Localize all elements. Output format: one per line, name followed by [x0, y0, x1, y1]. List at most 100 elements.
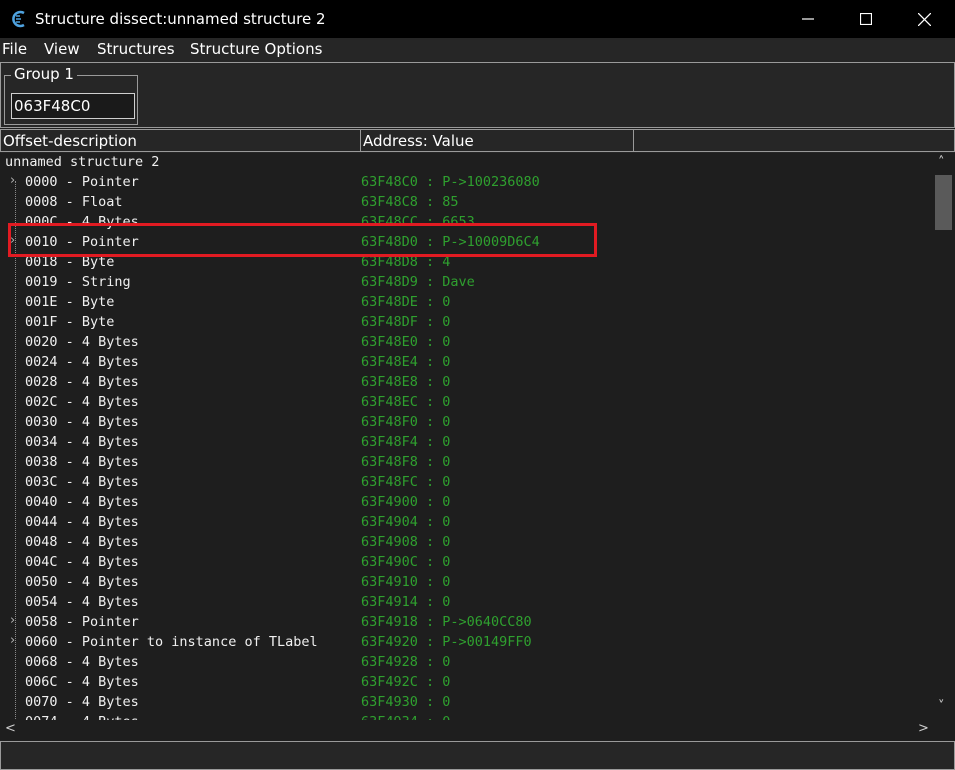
- row-address-value: 63F48DE : 0: [361, 294, 451, 310]
- row-address-value: 63F48F4 : 0: [361, 434, 451, 450]
- header-offset-description[interactable]: Offset-description: [0, 129, 361, 152]
- row-offset-description: 001F - Byte: [25, 314, 115, 330]
- tree-row[interactable]: 0020 - 4 Bytes 63F48E0 : 0: [0, 333, 933, 353]
- row-address-value: 63F4904 : 0: [361, 514, 451, 530]
- tree-row[interactable]: 0070 - 4 Bytes 63F4930 : 0: [0, 693, 933, 713]
- vertical-scroll-thumb[interactable]: [935, 175, 952, 230]
- tree-row[interactable]: 0068 - 4 Bytes 63F4928 : 0: [0, 653, 933, 673]
- window-title: Structure dissect:unnamed structure 2: [35, 10, 326, 28]
- tree-row[interactable]: › 0000 - Pointer 63F48C0 : P->100236080: [0, 173, 933, 193]
- row-offset-description: 0058 - Pointer: [25, 614, 139, 630]
- row-offset-description: 0008 - Float: [25, 194, 123, 210]
- header-empty-column[interactable]: [633, 129, 955, 152]
- row-offset-description: 0030 - 4 Bytes: [25, 414, 139, 430]
- row-offset-description: 0020 - 4 Bytes: [25, 334, 139, 350]
- minimize-icon: [802, 18, 814, 20]
- tree-row[interactable]: 003C - 4 Bytes 63F48FC : 0: [0, 473, 933, 493]
- tree-row[interactable]: 006C - 4 Bytes 63F492C : 0: [0, 673, 933, 693]
- tree-row[interactable]: 0054 - 4 Bytes 63F4914 : 0: [0, 593, 933, 613]
- menu-structures[interactable]: Structures: [97, 40, 175, 58]
- close-button[interactable]: [895, 0, 953, 38]
- tree-row[interactable]: 0044 - 4 Bytes 63F4904 : 0: [0, 513, 933, 533]
- menu-bar: File View Structures Structure Options: [0, 38, 955, 62]
- row-address-value: 63F4900 : 0: [361, 494, 451, 510]
- tree-row[interactable]: 0038 - 4 Bytes 63F48F8 : 0: [0, 453, 933, 473]
- menu-view[interactable]: View: [44, 40, 80, 58]
- status-bar: [0, 741, 955, 770]
- row-address-value: 63F4908 : 0: [361, 534, 451, 550]
- tree-row[interactable]: 001E - Byte 63F48DE : 0: [0, 293, 933, 313]
- row-address-value: 63F490C : 0: [361, 554, 451, 570]
- menu-structure-options[interactable]: Structure Options: [190, 40, 322, 58]
- row-address-value: 63F4910 : 0: [361, 574, 451, 590]
- row-address-value: 63F48F0 : 0: [361, 414, 451, 430]
- row-offset-description: 0028 - 4 Bytes: [25, 374, 139, 390]
- group-label: Group 1: [11, 65, 77, 83]
- tree-row[interactable]: 004C - 4 Bytes 63F490C : 0: [0, 553, 933, 573]
- row-offset-description: 004C - 4 Bytes: [25, 554, 139, 570]
- maximize-icon: [860, 13, 872, 25]
- highlight-box: [8, 223, 597, 257]
- row-offset-description: 0034 - 4 Bytes: [25, 434, 139, 450]
- row-address-value: 63F48E4 : 0: [361, 354, 451, 370]
- tree-row[interactable]: › 0058 - Pointer 63F4918 : P->0640CC80: [0, 613, 933, 633]
- row-offset-description: 0054 - 4 Bytes: [25, 594, 139, 610]
- chevron-right-icon[interactable]: ›: [10, 633, 15, 648]
- row-offset-description: 0068 - 4 Bytes: [25, 654, 139, 670]
- close-icon: [917, 12, 931, 26]
- row-offset-description: 0040 - 4 Bytes: [25, 494, 139, 510]
- tree-row[interactable]: 0019 - String 63F48D9 : Dave: [0, 273, 933, 293]
- address-input[interactable]: [11, 93, 135, 119]
- tree-row[interactable]: 0074 - 4 Bytes63F4934 : 0: [0, 713, 933, 720]
- tree-row[interactable]: 002C - 4 Bytes 63F48EC : 0: [0, 393, 933, 413]
- row-offset-description: 0070 - 4 Bytes: [25, 694, 139, 710]
- menu-file[interactable]: File: [2, 40, 27, 58]
- row-address-value: 63F4918 : P->0640CC80: [361, 614, 532, 630]
- header-address-value[interactable]: Address: Value: [360, 129, 634, 152]
- tree-row[interactable]: 0028 - 4 Bytes 63F48E8 : 0: [0, 373, 933, 393]
- tree-row[interactable]: 0048 - 4 Bytes 63F4908 : 0: [0, 533, 933, 553]
- vertical-scrollbar[interactable]: ˄ ˅: [933, 153, 955, 720]
- scroll-up-icon[interactable]: ˄: [938, 155, 945, 170]
- row-address-value: 63F4928 : 0: [361, 654, 451, 670]
- tree-row[interactable]: 0050 - 4 Bytes 63F4910 : 0: [0, 573, 933, 593]
- scroll-left-icon[interactable]: <: [5, 721, 16, 736]
- chevron-right-icon[interactable]: ›: [10, 173, 15, 188]
- row-address-value: 63F48E0 : 0: [361, 334, 451, 350]
- column-headers: Offset-description Address: Value: [0, 129, 955, 153]
- minimize-button[interactable]: [779, 0, 837, 38]
- scroll-right-icon[interactable]: >: [918, 721, 929, 736]
- row-address-value: 63F48EC : 0: [361, 394, 451, 410]
- row-address-value: 63F48F8 : 0: [361, 454, 451, 470]
- group-box: Group 1: [4, 65, 138, 125]
- row-address-value: 63F492C : 0: [361, 674, 451, 690]
- structure-root-label[interactable]: unnamed structure 2: [5, 154, 159, 170]
- row-address-value: 63F48FC : 0: [361, 474, 451, 490]
- row-address-value: 63F4914 : 0: [361, 594, 451, 610]
- tree-row[interactable]: › 0060 - Pointer to instance of TLabel 63F…: [0, 633, 933, 653]
- row-offset-description: 0019 - String: [25, 274, 131, 290]
- cheat-engine-icon: [12, 10, 25, 28]
- chevron-right-icon[interactable]: ›: [10, 613, 15, 628]
- row-offset-description: 002C - 4 Bytes: [25, 394, 139, 410]
- tree-row[interactable]: 001F - Byte 63F48DF : 0: [0, 313, 933, 333]
- tree-row[interactable]: 0034 - 4 Bytes 63F48F4 : 0: [0, 433, 933, 453]
- row-address-value: 63F48D9 : Dave: [361, 274, 475, 290]
- tree-row[interactable]: 0030 - 4 Bytes 63F48F0 : 0: [0, 413, 933, 433]
- horizontal-scrollbar[interactable]: < >: [0, 720, 933, 740]
- row-address-value: 63F4920 : P->00149FF0: [361, 634, 532, 650]
- row-offset-description: 003C - 4 Bytes: [25, 474, 139, 490]
- row-address-value: 63F48C8 : 85: [361, 194, 459, 210]
- row-offset-description: 006C - 4 Bytes: [25, 674, 139, 690]
- tree-row[interactable]: 0040 - 4 Bytes 63F4900 : 0: [0, 493, 933, 513]
- maximize-button[interactable]: [837, 0, 895, 38]
- group-panel: Group 1: [0, 62, 955, 128]
- tree-row[interactable]: 0024 - 4 Bytes 63F48E4 : 0: [0, 353, 933, 373]
- tree-row[interactable]: 0008 - Float 63F48C8 : 85: [0, 193, 933, 213]
- row-offset-description: 0050 - 4 Bytes: [25, 574, 139, 590]
- row-address-value: 63F48C0 : P->100236080: [361, 174, 540, 190]
- row-offset-description: 0044 - 4 Bytes: [25, 514, 139, 530]
- row-offset-description: 001E - Byte: [25, 294, 115, 310]
- scroll-down-icon[interactable]: ˅: [938, 699, 945, 714]
- row-offset-description: 0060 - Pointer to instance of TLabel: [25, 634, 318, 650]
